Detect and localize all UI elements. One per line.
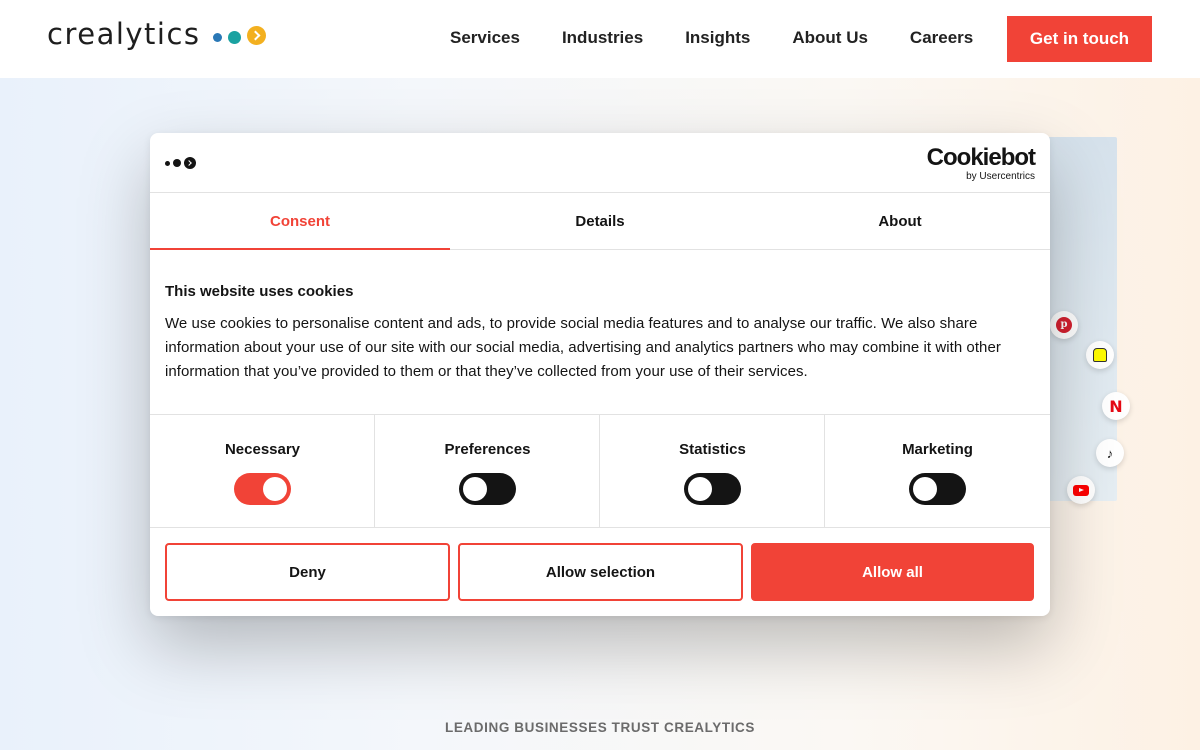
tab-consent[interactable]: Consent: [150, 193, 450, 250]
mini-logo-arrow-icon: [184, 157, 196, 169]
site-header: crealytics Services Industries Insights …: [0, 0, 1200, 78]
tab-about[interactable]: About: [750, 193, 1050, 249]
cookie-category-toggles: Necessary Preferences Statistics Marketi…: [150, 414, 1050, 528]
statistics-toggle[interactable]: [684, 473, 741, 505]
netflix-glyph: N: [1109, 396, 1123, 416]
pinterest-glyph: p: [1056, 317, 1072, 333]
nav-about-us[interactable]: About Us: [792, 28, 868, 48]
category-label: Statistics: [679, 441, 746, 458]
site-mini-logo-icon: [165, 157, 196, 169]
logo-arrow-icon: [246, 25, 266, 45]
tiktok-glyph: ♪: [1106, 445, 1114, 461]
deny-button[interactable]: Deny: [165, 543, 450, 601]
cookie-title: This website uses cookies: [165, 283, 354, 300]
netflix-icon: N: [1102, 392, 1130, 420]
youtube-glyph: [1073, 484, 1089, 496]
cookiebot-wordmark: Cookiebot: [926, 144, 1036, 171]
cookie-description: We use cookies to personalise content an…: [165, 315, 1001, 380]
mini-logo-dot-medium: [173, 159, 181, 167]
cookie-consent-dialog: Cookiebot by Usercentrics Consent Detail…: [150, 133, 1050, 616]
snapchat-icon: [1086, 341, 1114, 369]
logo-dot-blue: [212, 32, 222, 42]
marketing-toggle[interactable]: [909, 473, 966, 505]
nav-insights[interactable]: Insights: [685, 28, 750, 48]
tab-details[interactable]: Details: [450, 193, 750, 249]
logo-dots-icon: [212, 25, 266, 45]
nav-industries[interactable]: Industries: [562, 28, 643, 48]
crealytics-logo[interactable]: crealytics: [47, 14, 266, 54]
category-label: Preferences: [444, 441, 531, 458]
snapchat-glyph: [1093, 348, 1107, 362]
necessary-toggle[interactable]: [234, 473, 291, 505]
nav-careers[interactable]: Careers: [910, 28, 973, 48]
cookie-tabs: Consent Details About: [150, 193, 1050, 250]
toggle-knob: [913, 477, 937, 501]
cookiebot-logo[interactable]: Cookiebot by Usercentrics: [926, 144, 1036, 183]
category-label: Necessary: [224, 441, 301, 458]
cookiebot-byline: by Usercentrics: [966, 171, 1035, 182]
mini-logo-dot-small: [165, 160, 170, 166]
category-preferences: Preferences: [375, 415, 600, 527]
category-marketing: Marketing: [825, 415, 1050, 527]
toggle-knob: [263, 477, 287, 501]
toggle-knob: [463, 477, 487, 501]
pinterest-icon: p: [1050, 311, 1078, 339]
trust-heading: LEADING BUSINESSES TRUST CREALYTICS: [444, 720, 756, 735]
logo-dot-teal: [227, 30, 241, 44]
nav-services[interactable]: Services: [450, 28, 520, 48]
category-necessary: Necessary: [150, 415, 375, 527]
allow-all-button[interactable]: Allow all: [751, 543, 1034, 601]
preferences-toggle[interactable]: [459, 473, 516, 505]
allow-selection-button[interactable]: Allow selection: [458, 543, 743, 601]
get-in-touch-button[interactable]: Get in touch: [1007, 16, 1152, 62]
main-nav: Services Industries Insights About Us Ca…: [450, 28, 973, 48]
category-label: Marketing: [902, 441, 973, 458]
tiktok-icon: ♪: [1096, 439, 1124, 467]
logo-wordmark: crealytics: [47, 17, 201, 51]
cookie-dialog-header: Cookiebot by Usercentrics: [150, 133, 1050, 193]
toggle-knob: [688, 477, 712, 501]
youtube-icon: [1067, 476, 1095, 504]
category-statistics: Statistics: [600, 415, 825, 527]
